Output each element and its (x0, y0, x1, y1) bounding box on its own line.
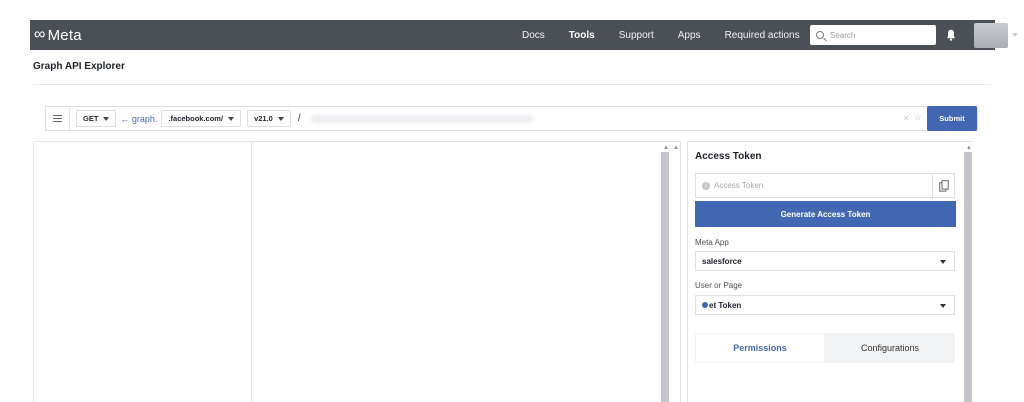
scroll-up-icon[interactable]: ▲ (966, 145, 972, 151)
submit-button[interactable]: Submit (927, 106, 977, 131)
hamburger-icon (53, 115, 62, 122)
nav-required-actions[interactable]: Required actions (725, 30, 800, 41)
meta-app-value: salesforce (702, 256, 742, 266)
nav-tools[interactable]: Tools (569, 30, 595, 41)
query-bar: GET ← graph. .facebook.com/ v21.0 / × ☆ (45, 106, 978, 131)
host-value: .facebook.com/ (168, 114, 224, 123)
user-or-page-label: User or Page (695, 281, 743, 290)
search-input[interactable]: Search (810, 25, 936, 45)
chevron-down-icon (277, 116, 284, 121)
copy-icon (939, 179, 949, 192)
token-tabs: Permissions Configurations (695, 333, 955, 363)
response-pane (251, 141, 681, 402)
page-title: Graph API Explorer (33, 61, 125, 72)
copy-button[interactable] (932, 173, 955, 198)
graph-domain-link[interactable]: ← graph. (120, 114, 157, 124)
access-token-input[interactable]: i Access Token (695, 173, 955, 198)
header-divider (33, 84, 991, 85)
version-value: v21.0 (254, 114, 273, 123)
nav-docs[interactable]: Docs (522, 30, 545, 41)
menu-button[interactable] (46, 107, 70, 130)
access-token-heading: Access Token (695, 151, 762, 162)
avatar[interactable] (974, 23, 1008, 48)
method-value: GET (83, 114, 99, 123)
chevron-down-icon (228, 116, 235, 121)
account-chevron-down-icon[interactable] (1012, 33, 1018, 37)
user-or-page-value: et Token (709, 300, 742, 310)
method-select[interactable]: GET (76, 110, 117, 127)
top-nav-bar: ∞ Meta Docs Tools Support Apps Required … (30, 20, 1018, 50)
meta-logo-text: Meta (47, 26, 82, 44)
scroll-up-icon[interactable]: ▲ (663, 145, 669, 151)
meta-app-label: Meta App (695, 238, 729, 247)
scroll-up-icon[interactable]: ▲ (673, 145, 679, 151)
clear-icon[interactable]: × (904, 113, 909, 123)
tab-permissions[interactable]: Permissions (695, 333, 825, 363)
version-select[interactable]: v21.0 (247, 110, 291, 127)
access-token-placeholder: Access Token (714, 181, 764, 190)
cursor-indicator-icon (702, 302, 708, 308)
generate-access-token-button[interactable]: Generate Access Token (695, 201, 956, 227)
tab-configurations[interactable]: Configurations (825, 333, 955, 363)
query-path-input[interactable] (310, 114, 533, 123)
info-icon: i (702, 181, 710, 190)
nav-links: Docs Tools Support Apps Required actions (522, 20, 824, 50)
search-placeholder: Search (830, 30, 856, 40)
nav-support[interactable]: Support (619, 30, 654, 41)
left-pane (33, 141, 251, 402)
chevron-down-icon (103, 116, 110, 121)
host-select[interactable]: .facebook.com/ (161, 110, 242, 127)
nav-apps[interactable]: Apps (678, 30, 701, 41)
response-scrollbar[interactable] (661, 152, 669, 402)
search-icon (816, 31, 824, 39)
path-slash: / (297, 113, 301, 124)
meta-app-select[interactable]: salesforce (695, 251, 955, 271)
chevron-down-icon (940, 260, 946, 264)
meta-logo[interactable]: ∞ Meta (34, 26, 82, 44)
star-icon[interactable]: ☆ (914, 112, 922, 123)
token-pane-scrollbar[interactable] (964, 152, 972, 402)
user-or-page-select[interactable]: et Token (695, 295, 955, 315)
query-actions: × ☆ (899, 112, 922, 123)
meta-infinity-icon: ∞ (34, 26, 46, 43)
chevron-down-icon (940, 304, 946, 308)
bell-icon[interactable] (946, 29, 956, 41)
